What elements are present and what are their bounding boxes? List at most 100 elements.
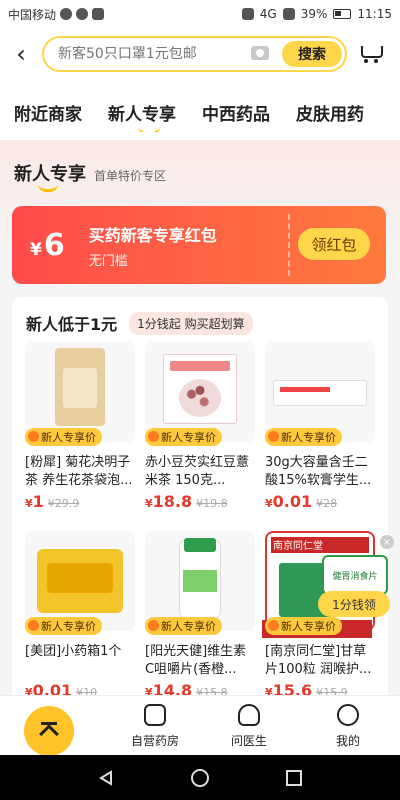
- mute-icon: [241, 8, 254, 20]
- product-card[interactable]: 新人专享价 30g大容量含壬二酸15%软膏学生... ¥0.01 ¥28: [265, 342, 375, 517]
- current-price-value: 14.8: [152, 681, 193, 695]
- section-title: 新人专享: [14, 160, 86, 192]
- current-price-value: 15.6: [272, 681, 313, 695]
- coupon-amount: ¥ 6: [30, 228, 65, 263]
- coupon-desc: 无门槛: [88, 253, 128, 269]
- image-icon: [92, 8, 105, 20]
- nav-doctor[interactable]: 问医生: [214, 704, 284, 749]
- search-box[interactable]: 搜索: [42, 36, 347, 72]
- current-price: ¥14.8: [145, 681, 192, 695]
- nav-label: 自营药房: [130, 734, 179, 748]
- product-card[interactable]: 新人专享价 赤小豆芡实红豆薏米茶 150克... ¥18.8 ¥19.8: [145, 342, 255, 517]
- floating-promo[interactable]: × 健胃消食片 1分钱领: [318, 535, 394, 625]
- original-price-value: 15.8: [203, 686, 228, 695]
- section-header: 新人专享 首单特价专区: [14, 160, 167, 192]
- doctor-icon: [238, 704, 260, 726]
- product-image: [25, 531, 135, 631]
- original-price-value: 28: [323, 497, 338, 510]
- original-price: ¥15.9: [316, 686, 348, 695]
- product-name: 30g大容量含壬二酸15%软膏学生...: [265, 455, 372, 488]
- card-title: 新人低于1元: [26, 315, 118, 334]
- product-image: [265, 342, 375, 442]
- card-tag: 1分钱起 购买超划算: [129, 311, 253, 335]
- product-image: [25, 342, 135, 442]
- close-icon[interactable]: ×: [380, 535, 394, 549]
- card-header: 新人低于1元 1分钱起 购买超划算: [26, 311, 253, 335]
- original-price: ¥19.8: [196, 497, 228, 510]
- newcomer-price-badge: 新人专享价: [145, 617, 222, 635]
- system-nav-bar: [0, 755, 400, 800]
- coupon-info: 买药新客专享红包 无门槛: [89, 222, 217, 269]
- back-icon[interactable]: ‹: [10, 39, 32, 69]
- product-price: ¥14.8 ¥15.8: [145, 681, 255, 695]
- pharmacy-icon: [144, 704, 166, 726]
- promo-product-image: 健胃消食片: [322, 555, 388, 595]
- arrow-up-icon: [39, 724, 59, 744]
- newcomer-price-badge: 新人专享价: [145, 428, 222, 446]
- product-card[interactable]: 新人专享价 [美团]小药箱1个 ¥0.01 ¥10: [25, 531, 135, 695]
- vitamin-bottle-image: [179, 538, 221, 619]
- product-price: ¥1 ¥29.9: [25, 492, 135, 511]
- product-image: [145, 342, 255, 442]
- original-price-value: 10: [83, 686, 98, 695]
- notification-icon: [60, 8, 73, 20]
- system-back-icon[interactable]: [98, 769, 114, 786]
- tab-skin[interactable]: 皮肤用药: [296, 100, 364, 125]
- camera-icon[interactable]: [251, 46, 269, 60]
- newcomer-price-badge: 新人专享价: [25, 617, 102, 635]
- nav-pharmacy[interactable]: 自营药房: [120, 704, 190, 749]
- current-price-value: 0.01: [32, 681, 73, 695]
- current-price-value: 0.01: [272, 492, 313, 511]
- tab-nearby[interactable]: 附近商家: [14, 100, 82, 125]
- product-price: ¥0.01 ¥10: [25, 681, 135, 695]
- battery-percent: 39%: [300, 7, 328, 21]
- bean-tea-image: [163, 354, 237, 424]
- nav-me[interactable]: 我的: [313, 704, 383, 749]
- claim-coupon-button[interactable]: 领红包: [298, 228, 370, 260]
- current-price-value: 1: [32, 492, 44, 511]
- search-input[interactable]: [58, 46, 258, 62]
- product-name: [粉犀] 菊花决明子茶 养生花茶袋泡...: [25, 455, 133, 488]
- coupon-banner[interactable]: ¥ 6 买药新客专享红包 无门槛 领红包: [12, 206, 386, 284]
- product-name: [南京同仁堂]甘草片100粒 润喉护...: [265, 644, 372, 677]
- clock: 11:15: [357, 7, 392, 21]
- current-price: ¥1: [25, 492, 44, 511]
- tab-medicine[interactable]: 中西药品: [202, 100, 270, 125]
- search-button[interactable]: 搜索: [282, 41, 342, 67]
- system-home-icon[interactable]: [190, 768, 209, 787]
- section-subtitle: 首单特价专区: [94, 169, 167, 183]
- coupon-divider: [288, 214, 290, 276]
- cream-box-image: [273, 380, 367, 406]
- product-name: 赤小豆芡实红豆薏米茶 150克...: [145, 455, 250, 488]
- product-price: ¥15.6 ¥15.9: [265, 681, 375, 695]
- network-label: 4G: [259, 7, 277, 21]
- current-price: ¥15.6: [265, 681, 312, 695]
- product-card[interactable]: 新人专享价 [粉犀] 菊花决明子茶 养生花茶袋泡... ¥1 ¥29.9: [25, 342, 135, 517]
- original-price-value: 19.8: [203, 497, 228, 510]
- original-price-value: 29.9: [54, 497, 80, 510]
- original-price-value: 15.9: [323, 686, 348, 695]
- medicine-box-image: [37, 549, 123, 613]
- scroll-top-button[interactable]: [24, 706, 74, 756]
- tab-newcomer[interactable]: 新人专享: [108, 100, 176, 132]
- original-price: ¥15.8: [196, 686, 228, 695]
- one-cent-claim-button[interactable]: 1分钱领: [318, 591, 390, 617]
- product-price: ¥18.8 ¥19.8: [145, 492, 255, 511]
- product-name: [美团]小药箱1个: [25, 644, 122, 659]
- newcomer-price-badge: 新人专享价: [25, 428, 102, 446]
- tea-package-image: [55, 348, 105, 426]
- coupon-value: 6: [43, 227, 65, 263]
- category-tabs: 附近商家 新人专享 中西药品 皮肤用药: [0, 92, 400, 132]
- coupon-currency: ¥: [30, 239, 42, 260]
- cart-icon[interactable]: [359, 42, 383, 66]
- profile-icon: [337, 704, 359, 726]
- product-card[interactable]: 新人专享价 [阳光天健]维生素C咀嚼片(香橙... ¥14.8 ¥15.8: [145, 531, 255, 695]
- nav-label: 问医生: [230, 734, 267, 748]
- coupon-title: 买药新客专享红包: [88, 225, 217, 245]
- bottom-nav: 自营药房 问医生 我的: [0, 695, 400, 756]
- current-price: ¥0.01: [265, 492, 313, 511]
- brand-strip: 南京同仁堂: [273, 541, 323, 552]
- search-header: ‹ 搜索: [0, 32, 400, 76]
- chat-icon: [76, 8, 89, 20]
- system-recents-icon[interactable]: [285, 769, 302, 786]
